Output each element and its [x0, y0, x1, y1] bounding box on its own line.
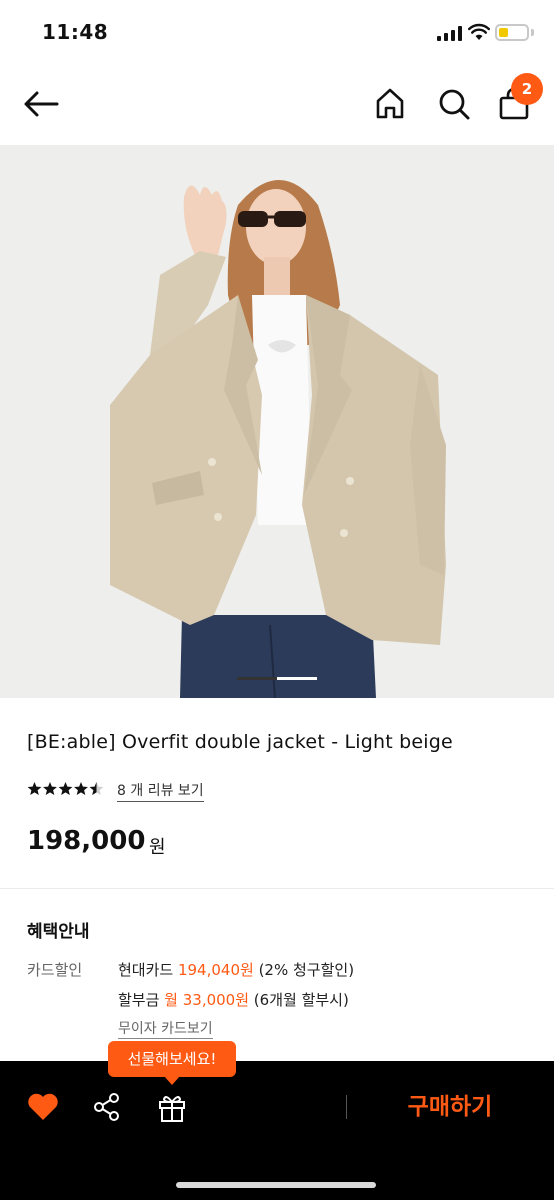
product-image[interactable] [0, 145, 554, 698]
card-discount-suffix: (2% 청구할인) [253, 961, 355, 979]
share-button[interactable] [92, 1091, 122, 1123]
wifi-icon [468, 23, 490, 40]
home-button[interactable] [372, 86, 408, 122]
section-divider [0, 888, 554, 889]
card-discount-label: 카드할인 [27, 961, 83, 979]
image-pagination-indicator [237, 677, 317, 680]
status-bar: 11:48 [0, 0, 554, 64]
rating-stars [27, 781, 105, 799]
battery-cap [531, 29, 534, 36]
home-icon [376, 88, 404, 119]
benefit-section-title: 혜택안내 [27, 922, 90, 942]
home-indicator [176, 1182, 376, 1188]
search-icon [439, 89, 470, 120]
cart-count-badge: 2 [511, 73, 543, 105]
status-time: 11:48 [42, 20, 109, 44]
gift-icon [159, 1096, 185, 1122]
installment-amount: 월 33,000원 [164, 991, 250, 1009]
battery-level [499, 28, 508, 37]
cellular-signal-icon [437, 26, 463, 41]
share-icon [94, 1093, 119, 1121]
price-amount: 198,000 [27, 826, 146, 856]
battery-icon [495, 24, 529, 41]
buy-button[interactable]: 구매하기 [360, 1083, 540, 1131]
card-discount-amount: 194,040원 [177, 961, 254, 979]
installment-suffix: (6개월 할부시) [249, 991, 349, 1009]
like-button[interactable] [26, 1091, 60, 1123]
back-button[interactable] [22, 88, 60, 120]
interest-free-card-link[interactable]: 무이자 카드보기 [118, 1018, 213, 1039]
bar-separator [346, 1095, 347, 1119]
gift-tooltip[interactable]: 선물해보세요! [108, 1041, 236, 1077]
search-button[interactable] [436, 86, 472, 122]
top-navigation [0, 64, 554, 144]
gift-button[interactable] [156, 1091, 188, 1123]
installment-line: 할부금 월 33,000원 (6개월 할부시) [118, 989, 349, 1010]
arrow-left-icon [24, 91, 59, 117]
model-photo [0, 145, 554, 698]
star-rating-icon [27, 782, 104, 795]
bottom-action-bar: 구매하기 [0, 1061, 554, 1200]
pagination-active [237, 677, 277, 680]
card-discount-prefix: 현대카드 [118, 961, 178, 979]
price-unit: 원 [149, 837, 166, 858]
product-title: [BE:able] Overfit double jacket - Light … [27, 731, 453, 753]
pagination-inactive [277, 677, 317, 680]
card-discount-line: 현대카드 194,040원 (2% 청구할인) [118, 959, 354, 980]
heart-icon [28, 1093, 58, 1120]
review-link[interactable]: 8 개 리뷰 보기 [117, 780, 204, 802]
installment-prefix: 할부금 [118, 991, 165, 1009]
tooltip-arrow [164, 1076, 180, 1085]
